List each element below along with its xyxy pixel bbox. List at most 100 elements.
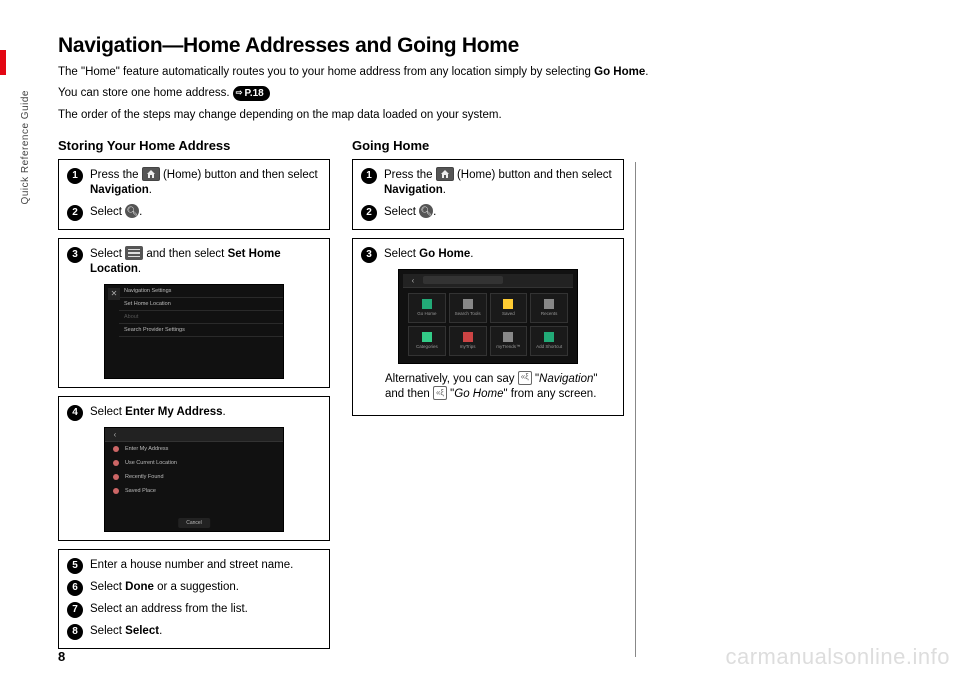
step-number-icon: 5 <box>67 558 83 574</box>
step-number-icon: 6 <box>67 580 83 596</box>
ss-tile: Add Shortcut <box>530 326 568 356</box>
step-text: Enter a house number and street name. <box>90 558 321 574</box>
ss-tile: myTrends™ <box>490 326 528 356</box>
ss-tile: Go Home <box>408 293 446 323</box>
columns: Storing Your Home Address 1 Press the (H… <box>58 138 928 657</box>
tile-icon <box>463 332 473 342</box>
t: Select <box>384 206 419 218</box>
tile-icon <box>503 332 513 342</box>
t: (Home) button and then select <box>454 169 612 181</box>
step-text: Select and then select Set Home Location… <box>90 247 321 278</box>
step-number-icon: 7 <box>67 602 83 618</box>
intro-text: You can store one home address. <box>58 87 233 99</box>
intro-line-3: The order of the steps may change depend… <box>58 107 928 124</box>
step-text: Press the (Home) button and then select … <box>384 168 615 199</box>
close-icon: ✕ <box>108 288 120 300</box>
storing-box-4: 5 Enter a house number and street name. … <box>58 549 330 649</box>
step-number-icon: 2 <box>67 205 83 221</box>
t: . <box>223 406 226 418</box>
step-2: 2 Select 🔍︎. <box>67 205 321 221</box>
voice-icon: «ξ <box>433 386 447 400</box>
t: Go Home <box>454 388 503 400</box>
t: and then select <box>143 248 227 260</box>
t: " <box>532 373 539 385</box>
tile-icon <box>463 299 473 309</box>
step-7: 7 Select an address from the list. <box>67 602 321 618</box>
ss-lbl: Enter My Address <box>125 446 168 452</box>
tile-label: Search Tools <box>455 311 481 316</box>
voice-icon: «ξ <box>518 371 532 385</box>
step-1: 1 Press the (Home) button and then selec… <box>361 168 615 199</box>
magnifier-icon: 🔍︎ <box>125 204 139 218</box>
ss-tile: Categories <box>408 326 446 356</box>
menu-icon <box>125 246 143 260</box>
t: " from any screen. <box>503 388 596 400</box>
heading-storing: Storing Your Home Address <box>58 138 330 153</box>
t: . <box>138 263 141 275</box>
ss-cancel: Cancel <box>178 518 210 528</box>
t: . <box>139 206 142 218</box>
ss-lbl: Recently Found <box>125 474 164 480</box>
column-storing: Storing Your Home Address 1 Press the (H… <box>58 138 330 657</box>
t: Navigation <box>90 184 149 196</box>
heading-going-home: Going Home <box>352 138 624 153</box>
enter-address-screenshot: ‹ Enter My Address Use Current Location … <box>104 427 284 532</box>
t: Navigation <box>384 184 443 196</box>
page-ref-badge: ⇨P.18 <box>233 86 270 101</box>
intro-line-2: You can store one home address. ⇨P.18 <box>58 85 928 102</box>
step-text: Select 🔍︎. <box>90 205 321 221</box>
ss-tile: Search Tools <box>449 293 487 323</box>
t: Select <box>90 206 125 218</box>
step-5: 5 Enter a house number and street name. <box>67 558 321 574</box>
tile-label: Categories <box>416 344 438 349</box>
home-icon <box>436 167 454 181</box>
badge-label: P.18 <box>244 86 263 101</box>
step-text: Select Go Home. <box>384 247 615 263</box>
nav-settings-screenshot: ✕ Navigation Settings Set Home Location … <box>104 284 284 379</box>
ss-tile: Recents <box>530 293 568 323</box>
t: Select <box>90 581 125 593</box>
column-going-home: Going Home 1 Press the (Home) button and… <box>352 138 624 657</box>
going-box-2: 3 Select Go Home. ‹ Go Home Search Tools S… <box>352 238 624 416</box>
ss-header: ‹ <box>403 274 573 288</box>
tile-label: myTrends™ <box>496 344 520 349</box>
t: Select <box>90 248 125 260</box>
voice-note: Alternatively, you can say «ξ "Navigatio… <box>385 372 609 403</box>
step-text: Select 🔍︎. <box>384 205 615 221</box>
ss-row: Use Current Location <box>105 456 283 470</box>
tile-grid: Go Home Search Tools Saved Recents Categorie… <box>403 288 573 361</box>
t: or a suggestion. <box>154 581 239 593</box>
ss-search <box>423 276 503 284</box>
tile-label: Recents <box>541 311 558 316</box>
step-3: 3 Select and then select Set Home Locati… <box>67 247 321 278</box>
tile-label: Saved <box>502 311 515 316</box>
tile-icon <box>422 299 432 309</box>
back-icon: ‹ <box>407 274 419 286</box>
ss-row: Saved Place <box>105 484 283 498</box>
ss-header: ‹ <box>105 428 283 442</box>
home-icon <box>142 167 160 181</box>
step-number-icon: 1 <box>67 168 83 184</box>
step-3: 3 Select Go Home. <box>361 247 615 263</box>
t: . <box>470 248 473 260</box>
ss-tile: Saved <box>490 293 528 323</box>
going-box-1: 1 Press the (Home) button and then selec… <box>352 159 624 230</box>
step-text: Select Enter My Address. <box>90 405 321 421</box>
step-text: Select an address from the list. <box>90 602 321 618</box>
ss-row: Navigation Settings <box>119 285 283 298</box>
t: Select <box>384 248 419 260</box>
step-text: Select Done or a suggestion. <box>90 580 321 596</box>
column-divider <box>635 162 636 657</box>
intro-text: . <box>645 66 648 78</box>
tile-label: Go Home <box>417 311 436 316</box>
step-2: 2 Select 🔍︎. <box>361 205 615 221</box>
t: Go Home <box>419 248 470 260</box>
step-number-icon: 1 <box>361 168 377 184</box>
intro-text: The "Home" feature automatically routes … <box>58 66 594 78</box>
step-number-icon: 3 <box>67 247 83 263</box>
step-8: 8 Select Select. <box>67 624 321 640</box>
t: (Home) button and then select <box>160 169 318 181</box>
t: Done <box>125 581 154 593</box>
storing-box-3: 4 Select Enter My Address. ‹ Enter My Ad… <box>58 396 330 541</box>
ss-lbl: Use Current Location <box>125 460 177 466</box>
